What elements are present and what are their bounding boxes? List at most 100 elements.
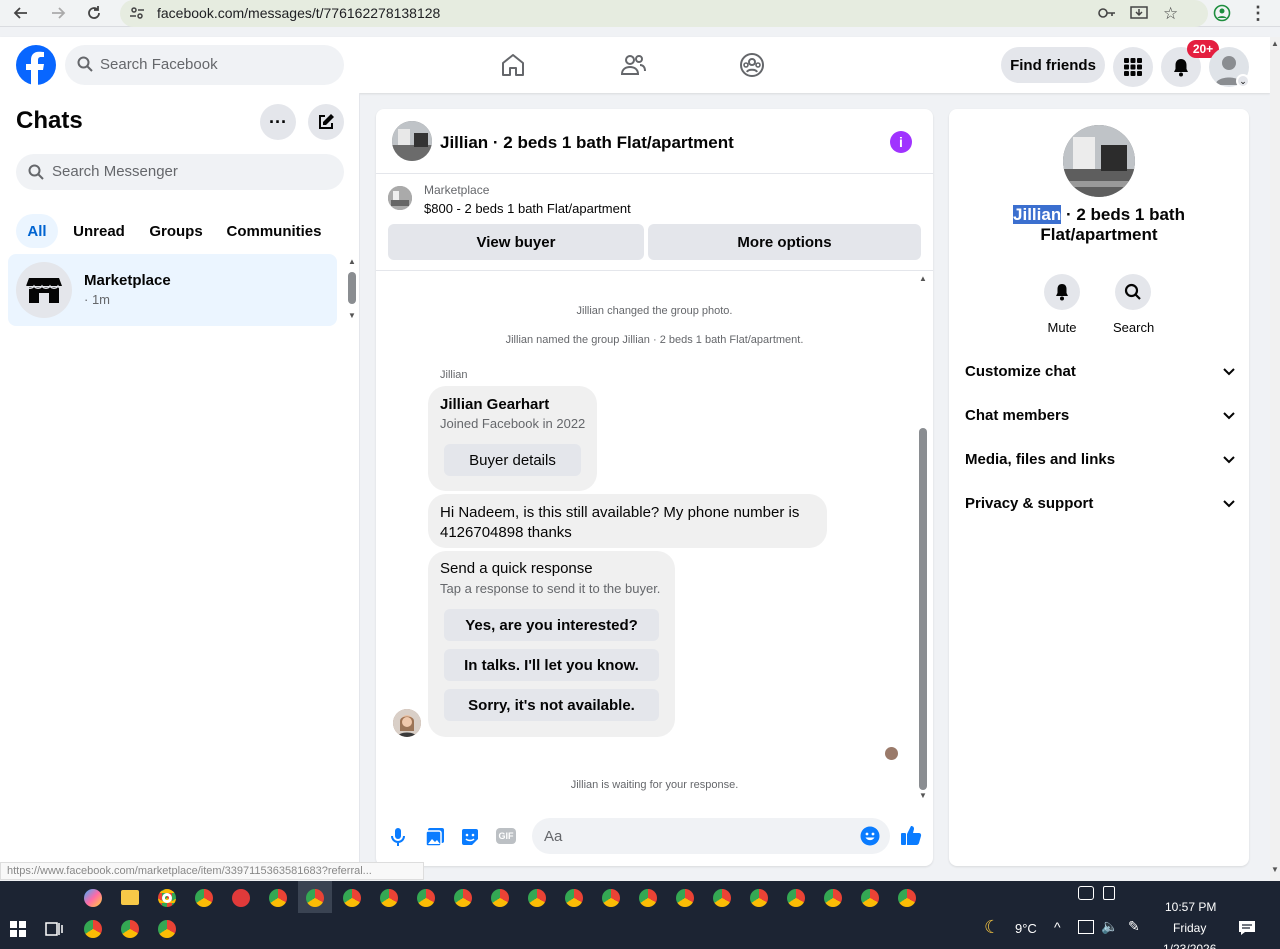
chrome-taskbar-icon[interactable]: [602, 889, 620, 907]
menu-grid-icon[interactable]: [1113, 47, 1153, 87]
message-bubble[interactable]: Hi Nadeem, is this still available? My p…: [428, 494, 827, 548]
mute-action[interactable]: Mute: [1042, 274, 1082, 335]
chrome-taskbar-icon[interactable]: [824, 889, 842, 907]
chrome-taskbar-icon[interactable]: [676, 889, 694, 907]
bookmark-star-icon[interactable]: ☆: [1163, 4, 1178, 24]
gif-icon[interactable]: GIF: [496, 828, 516, 844]
row-label: Privacy & support: [965, 494, 1094, 512]
tab-unread[interactable]: Unread: [66, 214, 132, 248]
browser-menu-icon[interactable]: ⋮: [1246, 2, 1270, 24]
chrome-taskbar-icon[interactable]: [861, 889, 879, 907]
file-explorer-icon[interactable]: [121, 890, 139, 905]
address-bar[interactable]: facebook.com/messages/t/776162278138128 …: [120, 0, 1208, 27]
view-buyer-button[interactable]: View buyer: [388, 224, 644, 260]
onedrive-icon[interactable]: [1078, 886, 1094, 900]
home-icon[interactable]: [499, 51, 527, 79]
install-app-icon[interactable]: [1130, 5, 1148, 26]
conversation-scrollbar[interactable]: ▲ ▼: [917, 274, 929, 802]
chrome-taskbar-icon[interactable]: [713, 889, 731, 907]
clock-date[interactable]: 1/23/2026: [1163, 942, 1216, 949]
clock-time[interactable]: 10:57 PM: [1165, 900, 1216, 914]
chat-list-item-marketplace[interactable]: Marketplace · 1m: [8, 254, 337, 326]
sender-avatar[interactable]: [393, 709, 421, 737]
chrome-taskbar-icon[interactable]: [121, 920, 139, 938]
windows-start-icon[interactable]: [10, 921, 26, 942]
facebook-logo-icon[interactable]: [16, 45, 56, 90]
volume-icon[interactable]: 🔈: [1101, 918, 1118, 935]
group-photo-large[interactable]: [1063, 125, 1135, 197]
search-action[interactable]: Search: [1113, 274, 1154, 335]
weather-moon-icon[interactable]: ☾: [984, 917, 1000, 938]
chrome-taskbar-icon[interactable]: [565, 889, 583, 907]
chrome-taskbar-icon[interactable]: [750, 889, 768, 907]
emoji-icon[interactable]: [860, 826, 880, 851]
meet-now-icon[interactable]: [1103, 886, 1115, 900]
chrome-taskbar-icon[interactable]: [528, 889, 546, 907]
account-chevron-icon[interactable]: ⌄: [1236, 74, 1250, 88]
forward-icon[interactable]: [46, 2, 70, 24]
weather-temperature[interactable]: 9°C: [1015, 921, 1037, 936]
privacy-support-row[interactable]: Privacy & support: [965, 481, 1235, 525]
network-icon[interactable]: [1078, 920, 1094, 934]
chrome-taskbar-icon[interactable]: [343, 889, 361, 907]
clock-day[interactable]: Friday: [1173, 921, 1206, 935]
chrome-taskbar-icon[interactable]: [417, 889, 435, 907]
tab-communities[interactable]: Communities: [220, 214, 328, 248]
tab-groups[interactable]: Groups: [143, 214, 209, 248]
friends-icon[interactable]: [619, 51, 647, 79]
chrome-taskbar-icon[interactable]: [195, 889, 213, 907]
active-taskbar-slot[interactable]: [298, 881, 332, 913]
task-view-icon[interactable]: [45, 920, 63, 943]
site-info-icon[interactable]: [129, 5, 145, 26]
microphone-icon[interactable]: [390, 827, 406, 852]
copilot-icon[interactable]: [84, 889, 102, 907]
conversation-title[interactable]: Jillian · 2 beds 1 bath Flat/apartment: [440, 133, 734, 153]
link-status-url: https://www.facebook.com/marketplace/ite…: [0, 862, 424, 880]
conversation-info-icon[interactable]: i: [890, 131, 912, 153]
photo-attach-icon[interactable]: [425, 827, 445, 852]
quick-response-option[interactable]: In talks. I'll let you know.: [444, 649, 659, 681]
pen-icon[interactable]: ✎: [1128, 918, 1140, 935]
media-files-links-row[interactable]: Media, files and links: [965, 437, 1235, 481]
messenger-search-input[interactable]: Search Messenger: [16, 154, 344, 190]
chrome-taskbar-icon[interactable]: [454, 889, 472, 907]
thumbs-up-icon[interactable]: [900, 824, 922, 851]
tray-chevron-up-icon[interactable]: ^: [1054, 919, 1061, 935]
buyer-details-button[interactable]: Buyer details: [444, 444, 581, 476]
more-options-icon[interactable]: ···: [260, 104, 296, 140]
chrome-taskbar-icon[interactable]: [380, 889, 398, 907]
sticker-icon[interactable]: [460, 827, 480, 852]
chrome-taskbar-icon[interactable]: [269, 889, 287, 907]
message-input[interactable]: Aa: [532, 818, 890, 854]
listing-thumbnail[interactable]: [388, 186, 412, 210]
more-options-button[interactable]: More options: [648, 224, 921, 260]
chrome-taskbar-icon[interactable]: [158, 889, 176, 907]
page-scrollbar[interactable]: ▲ ▼: [1270, 37, 1280, 881]
chevron-down-icon: [1223, 363, 1235, 380]
password-key-icon[interactable]: [1098, 5, 1116, 26]
chat-members-row[interactable]: Chat members: [965, 393, 1235, 437]
marketplace-listing-bar: Marketplace $800 - 2 beds 1 bath Flat/ap…: [376, 174, 933, 271]
chrome-taskbar-icon[interactable]: [787, 889, 805, 907]
app-taskbar-icon[interactable]: [232, 889, 250, 907]
groups-icon[interactable]: [738, 51, 766, 79]
chrome-taskbar-icon[interactable]: [84, 920, 102, 938]
group-photo-avatar[interactable]: [392, 121, 432, 161]
find-friends-button[interactable]: Find friends: [1001, 47, 1105, 83]
reload-icon[interactable]: [82, 2, 106, 24]
customize-chat-row[interactable]: Customize chat: [965, 349, 1235, 393]
chrome-taskbar-icon[interactable]: [639, 889, 657, 907]
new-message-icon[interactable]: [308, 104, 344, 140]
listing-price-title[interactable]: $800 - 2 beds 1 bath Flat/apartment: [424, 201, 631, 216]
chat-list-scrollbar[interactable]: ▲ ▼: [346, 257, 358, 321]
quick-response-option[interactable]: Sorry, it's not available.: [444, 689, 659, 721]
tab-all[interactable]: All: [16, 214, 58, 248]
quick-response-option[interactable]: Yes, are you interested?: [444, 609, 659, 641]
chrome-taskbar-icon[interactable]: [898, 889, 916, 907]
facebook-search-input[interactable]: Search Facebook: [65, 45, 344, 85]
back-icon[interactable]: [9, 2, 33, 24]
profile-icon[interactable]: [1210, 2, 1234, 24]
chrome-taskbar-icon[interactable]: [491, 889, 509, 907]
chrome-taskbar-icon[interactable]: [158, 920, 176, 938]
notification-center-icon[interactable]: [1238, 920, 1256, 941]
